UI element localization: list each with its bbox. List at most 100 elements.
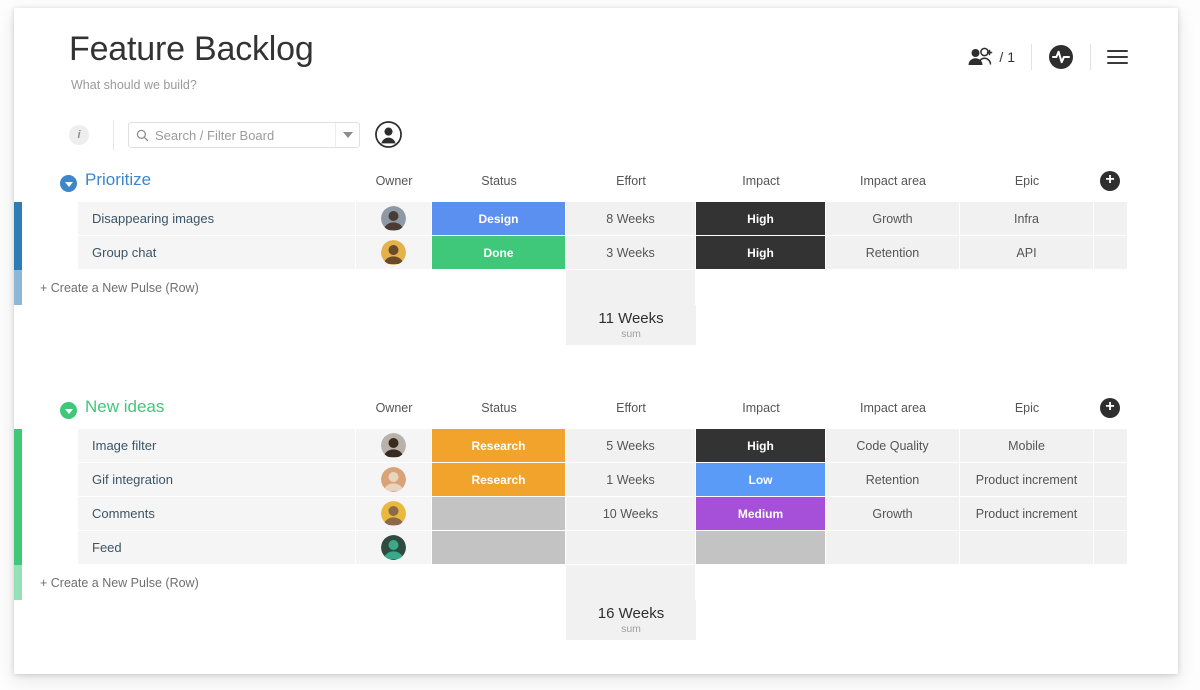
effort-sum-value: 16 Weeks <box>598 605 664 622</box>
row-impact[interactable]: High <box>696 202 826 236</box>
row-status[interactable] <box>432 531 566 565</box>
row-impact[interactable]: Medium <box>696 497 826 531</box>
row-extra-column[interactable] <box>1094 497 1128 531</box>
activity-button[interactable] <box>1048 42 1074 72</box>
add-column-button[interactable]: + <box>1100 398 1120 418</box>
search-icon <box>136 129 149 142</box>
row-owner[interactable] <box>356 236 432 270</box>
row-owner[interactable] <box>356 463 432 497</box>
column-header-impact[interactable]: Impact <box>696 174 826 188</box>
row-extra-column[interactable] <box>1094 429 1128 463</box>
row-impact-area[interactable]: Retention <box>826 236 960 270</box>
column-header-status[interactable]: Status <box>432 174 566 188</box>
row-effort[interactable]: 10 Weeks <box>566 497 696 531</box>
row-name[interactable]: Gif integration <box>78 463 356 497</box>
column-header-epic[interactable]: Epic <box>960 174 1094 188</box>
row-impact-area[interactable]: Growth <box>826 497 960 531</box>
avatar-person-teal[interactable] <box>381 535 406 560</box>
row-epic[interactable] <box>960 531 1094 565</box>
row-status[interactable] <box>432 497 566 531</box>
search-input[interactable] <box>155 128 335 143</box>
row-name[interactable]: Group chat <box>78 236 356 270</box>
effort-sum[interactable]: 16 Weekssum <box>566 600 696 640</box>
row-status[interactable]: Research <box>432 463 566 497</box>
row-impact-area[interactable]: Code Quality <box>826 429 960 463</box>
row-impact-area[interactable] <box>826 531 960 565</box>
row-color-bar <box>14 270 22 305</box>
table-row[interactable]: Group chat Done3 WeeksHighRetentionAPI <box>14 236 1178 270</box>
search-box[interactable] <box>128 122 360 148</box>
row-extra-column[interactable] <box>1094 202 1128 236</box>
row-owner[interactable] <box>356 497 432 531</box>
row-epic[interactable]: API <box>960 236 1094 270</box>
row-status[interactable]: Research <box>432 429 566 463</box>
column-header-owner[interactable]: Owner <box>356 401 432 415</box>
row-effort[interactable]: 3 Weeks <box>566 236 696 270</box>
add-column-button[interactable]: + <box>1100 171 1120 191</box>
group-title[interactable]: Prioritize <box>85 170 151 190</box>
row-impact[interactable]: High <box>696 429 826 463</box>
search-filter-dropdown[interactable] <box>335 123 359 147</box>
info-button[interactable]: i <box>69 125 89 145</box>
table-row[interactable]: Gif integration Research1 WeeksLowRetenti… <box>14 463 1178 497</box>
row-effort[interactable]: 5 Weeks <box>566 429 696 463</box>
board-header: Feature Backlog What should we build? / … <box>14 8 1178 112</box>
row-epic[interactable]: Product increment <box>960 497 1094 531</box>
column-header-impact[interactable]: Impact <box>696 401 826 415</box>
avatar-woman-sunglasses[interactable] <box>381 206 406 231</box>
column-header-effort[interactable]: Effort <box>566 174 696 188</box>
column-header-epic[interactable]: Epic <box>960 401 1094 415</box>
row-owner[interactable] <box>356 531 432 565</box>
row-effort[interactable] <box>566 531 696 565</box>
column-header-effort[interactable]: Effort <box>566 401 696 415</box>
row-extra-column[interactable] <box>1094 236 1128 270</box>
row-effort[interactable]: 8 Weeks <box>566 202 696 236</box>
group-collapse-toggle[interactable] <box>60 402 77 419</box>
create-row[interactable]: + Create a New Pulse (Row) <box>14 270 1178 305</box>
menu-button[interactable] <box>1107 42 1128 72</box>
create-row[interactable]: + Create a New Pulse (Row) <box>14 565 1178 600</box>
create-row-label[interactable]: + Create a New Pulse (Row) <box>40 565 199 600</box>
add-people-button[interactable]: / 1 <box>968 42 1015 72</box>
row-name[interactable]: Comments <box>78 497 356 531</box>
row-extra-column[interactable] <box>1094 531 1128 565</box>
column-header-impact-area[interactable]: Impact area <box>826 401 960 415</box>
group-summary-row: 16 Weekssum <box>14 600 1178 640</box>
table-row[interactable]: Disappearing images Design8 WeeksHighGrow… <box>14 202 1178 236</box>
group-rows: Disappearing images Design8 WeeksHighGrow… <box>14 202 1178 305</box>
row-owner[interactable] <box>356 429 432 463</box>
column-header-status[interactable]: Status <box>432 401 566 415</box>
row-epic[interactable]: Product increment <box>960 463 1094 497</box>
row-owner[interactable] <box>356 202 432 236</box>
avatar-person-mug[interactable] <box>381 467 406 492</box>
row-name[interactable]: Disappearing images <box>78 202 356 236</box>
row-status[interactable]: Design <box>432 202 566 236</box>
table-row[interactable]: Comments 10 WeeksMediumGrowthProduct incr… <box>14 497 1178 531</box>
chevron-down-icon <box>343 132 353 138</box>
create-row-label[interactable]: + Create a New Pulse (Row) <box>40 270 199 305</box>
group-title[interactable]: New ideas <box>85 397 164 417</box>
row-impact[interactable]: Low <box>696 463 826 497</box>
row-name[interactable]: Feed <box>78 531 356 565</box>
row-impact[interactable]: High <box>696 236 826 270</box>
row-status[interactable]: Done <box>432 236 566 270</box>
group-collapse-toggle[interactable] <box>60 175 77 192</box>
row-epic[interactable]: Infra <box>960 202 1094 236</box>
table-row[interactable]: Feed <box>14 531 1178 565</box>
row-epic[interactable]: Mobile <box>960 429 1094 463</box>
table-row[interactable]: Image filter Research5 WeeksHighCode Qual… <box>14 429 1178 463</box>
user-avatar-icon <box>375 121 402 148</box>
effort-sum[interactable]: 11 Weekssum <box>566 305 696 345</box>
avatar-man-yellow-jacket[interactable] <box>381 501 406 526</box>
row-impact[interactable] <box>696 531 826 565</box>
row-effort[interactable]: 1 Weeks <box>566 463 696 497</box>
row-name[interactable]: Image filter <box>78 429 356 463</box>
current-user-avatar[interactable] <box>375 121 402 148</box>
column-header-owner[interactable]: Owner <box>356 174 432 188</box>
avatar-man-curly[interactable] <box>381 240 406 265</box>
row-impact-area[interactable]: Retention <box>826 463 960 497</box>
column-header-impact-area[interactable]: Impact area <box>826 174 960 188</box>
avatar-woman-dark-hair[interactable] <box>381 433 406 458</box>
row-extra-column[interactable] <box>1094 463 1128 497</box>
row-impact-area[interactable]: Growth <box>826 202 960 236</box>
